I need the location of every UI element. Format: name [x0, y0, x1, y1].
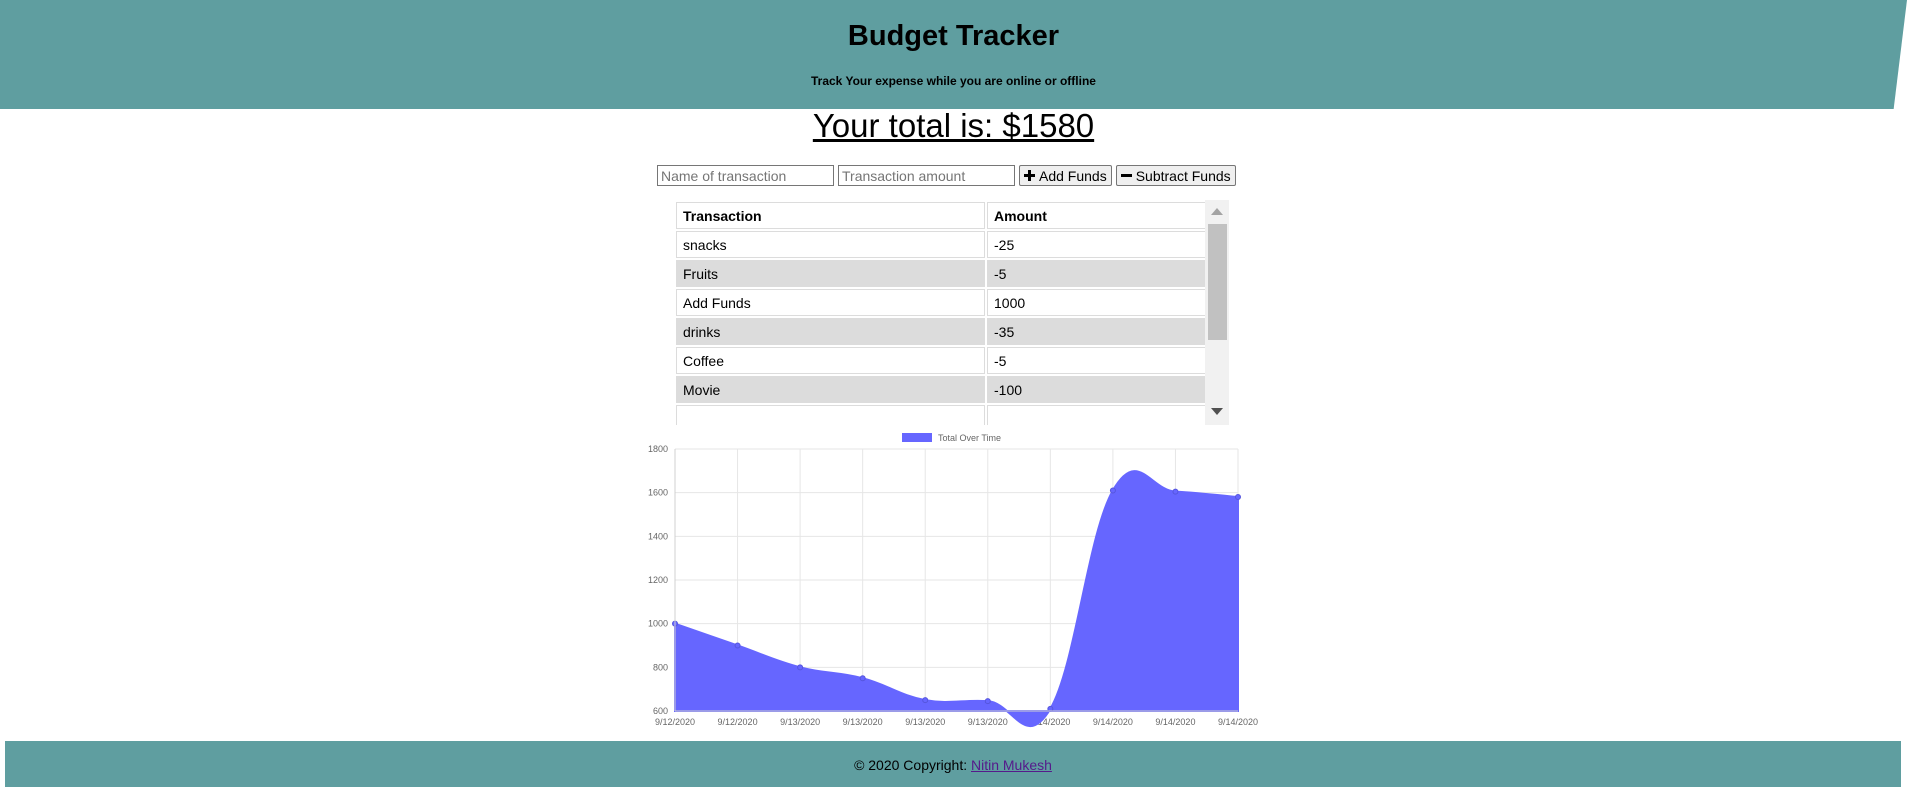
y-tick-label: 1000: [648, 619, 668, 629]
table-header-row: Transaction Amount: [676, 202, 1214, 229]
scrollbar-thumb[interactable]: [1208, 224, 1227, 340]
data-point: [734, 642, 741, 649]
transaction-amount-cell: -5: [987, 347, 1214, 374]
x-tick-label: 9/14/2020: [1155, 717, 1195, 727]
transaction-amount-cell: -35: [987, 318, 1214, 345]
transaction-name-cell: Movie: [676, 376, 985, 403]
transaction-amount-cell: -100: [987, 376, 1214, 403]
y-tick-label: 1800: [648, 444, 668, 454]
y-tick-label: 1200: [648, 575, 668, 585]
page-footer: © 2020 Copyright: Nitin Mukesh: [5, 741, 1901, 787]
transaction-amount-input[interactable]: [838, 165, 1015, 186]
y-tick-label: 1600: [648, 488, 668, 498]
x-tick-label: 9/12/2020: [655, 717, 695, 727]
column-header-transaction: Transaction: [676, 202, 985, 229]
transaction-amount-cell: 1000: [987, 289, 1214, 316]
x-tick-label: 9/13/2020: [905, 717, 945, 727]
transaction-form: Add Funds Subtract Funds: [657, 165, 1236, 186]
app-title: Budget Tracker: [847, 20, 1060, 52]
minus-icon: [1120, 170, 1132, 181]
transaction-amount-cell: [987, 405, 1214, 425]
data-point: [1172, 488, 1179, 495]
transaction-amount-cell: -25: [987, 231, 1214, 258]
legend-swatch: [902, 433, 932, 442]
data-point: [1109, 487, 1116, 494]
data-point: [922, 697, 929, 704]
data-point: [1235, 494, 1241, 501]
y-tick-label: 600: [653, 706, 668, 716]
transactions-table: Transaction Amount snacks -25 Fruits -5 …: [674, 200, 1216, 425]
transaction-name-input[interactable]: [657, 165, 834, 186]
total-over-time-chart: 600 800 1000 1200 1400 1600 1800 9/12/2020 9/12/…: [648, 433, 1258, 727]
transaction-name-cell: snacks: [676, 231, 985, 258]
author-link[interactable]: Nitin Mukesh: [971, 757, 1052, 773]
transactions-table-container[interactable]: Transaction Amount snacks -25 Fruits -5 …: [674, 200, 1230, 425]
subtract-funds-label: Subtract Funds: [1135, 167, 1231, 184]
table-row: snacks -25: [676, 231, 1214, 258]
table-row: Coffee -5: [676, 347, 1214, 374]
x-tick-label: 9/13/2020: [780, 717, 820, 727]
y-tick-label: 800: [653, 662, 668, 672]
add-funds-button[interactable]: Add Funds: [1019, 165, 1112, 186]
table-row: Fruits -5: [676, 260, 1214, 287]
subtract-funds-button[interactable]: Subtract Funds: [1115, 165, 1236, 186]
data-point: [797, 664, 804, 671]
legend-label: Total Over Time: [938, 433, 1001, 443]
transaction-amount-cell: -5: [987, 260, 1214, 287]
transaction-name-cell: Add Funds: [676, 289, 985, 316]
y-tick-label: 1400: [648, 531, 668, 541]
plus-icon: [1024, 170, 1035, 181]
page-header: Budget Tracker Track Your expense while …: [0, 0, 1907, 109]
transaction-name-cell: Coffee: [676, 347, 985, 374]
x-tick-label: 9/12/2020: [718, 717, 758, 727]
transaction-name-cell: drinks: [676, 318, 985, 345]
table-row: Add Funds 1000: [676, 289, 1214, 316]
x-tick-label: 9/13/2020: [968, 717, 1008, 727]
x-tick-label: 9/14/2020: [1218, 717, 1258, 727]
table-row: [676, 405, 1214, 425]
table-row: Movie -100: [676, 376, 1214, 403]
x-tick-label: 9/14/2020: [1093, 717, 1133, 727]
table-scrollbar[interactable]: [1205, 200, 1229, 425]
total-display: Your total is: $1580: [812, 107, 1095, 144]
footer-text: © 2020 Copyright: Nitin Mukesh: [5, 757, 1901, 773]
transaction-name-cell: [676, 405, 985, 425]
series-area-total-over-time: [674, 470, 1239, 727]
x-tick-label: 9/13/2020: [843, 717, 883, 727]
data-point: [859, 675, 866, 682]
copyright-text: © 2020 Copyright:: [854, 757, 971, 773]
transaction-name-cell: Fruits: [676, 260, 985, 287]
table-row: drinks -35: [676, 318, 1214, 345]
add-funds-label: Add Funds: [1039, 167, 1107, 184]
scroll-up-arrow-icon[interactable]: [1211, 208, 1223, 215]
scroll-down-arrow-icon[interactable]: [1211, 408, 1223, 415]
column-header-amount: Amount: [987, 202, 1214, 229]
app-subtitle: Track Your expense while you are online …: [811, 74, 1096, 88]
data-point: [984, 698, 991, 705]
